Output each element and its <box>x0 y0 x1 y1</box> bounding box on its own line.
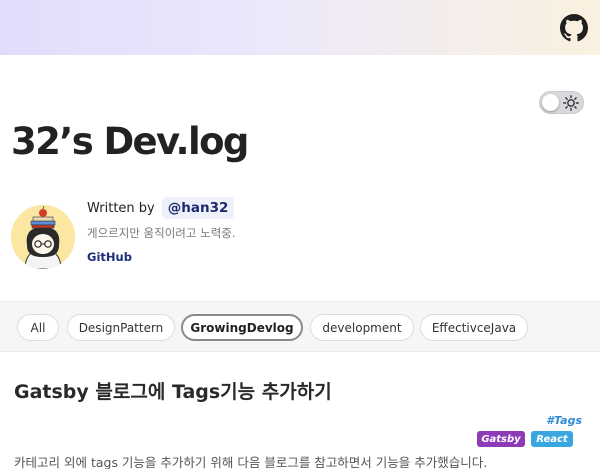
post-excerpt: 카테고리 외에 tags 기능을 추가하기 위해 다음 블로그를 참고하면서 기… <box>14 455 488 469</box>
toggle-knob <box>542 94 559 111</box>
tag-development[interactable]: development <box>310 314 414 341</box>
tag-designpattern[interactable]: DesignPattern <box>67 314 175 341</box>
theme-toggle[interactable] <box>539 91 584 114</box>
site-title[interactable]: 32’s Dev.log <box>11 120 249 163</box>
tag-all[interactable]: All <box>17 314 59 341</box>
github-icon[interactable] <box>559 13 589 43</box>
badge-react[interactable]: React <box>531 431 573 447</box>
tag-growingdevlog[interactable]: GrowingDevlog <box>181 314 303 341</box>
author-bio: 게으르지만 움직이려고 노력중. <box>87 226 236 240</box>
avatar <box>11 205 75 269</box>
avatar-illustration <box>11 205 75 269</box>
author-handle[interactable]: @han32 <box>161 197 235 219</box>
tag-effectivcejava[interactable]: EffectivceJava <box>420 314 528 341</box>
post-tags-label: #Tags <box>546 414 582 427</box>
written-by-label: Written by <box>87 200 155 216</box>
tag-filter-bar: All DesignPattern GrowingDevlog developm… <box>0 301 600 352</box>
post-title[interactable]: Gatsby 블로그에 Tags기능 추가하기 <box>14 377 332 404</box>
written-by: Written by @han32 <box>87 197 235 219</box>
github-profile-link[interactable]: GitHub <box>87 250 132 264</box>
github-icon-svg <box>560 14 588 42</box>
badge-gatsby[interactable]: Gatsby <box>477 431 525 447</box>
sun-icon <box>563 95 579 111</box>
top-header <box>0 0 600 55</box>
